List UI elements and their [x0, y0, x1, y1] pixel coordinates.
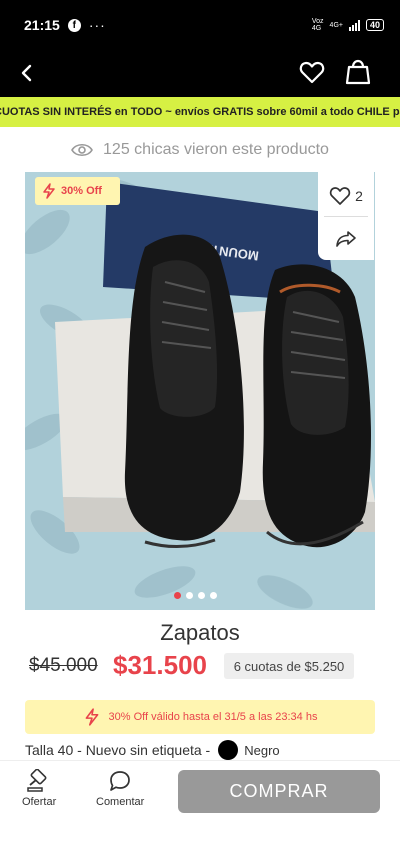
view-counter: 125 chicas vieron este producto — [0, 137, 400, 163]
ofertar-label: Ofertar — [22, 796, 57, 808]
like-count: 2 — [355, 188, 363, 204]
lightning-icon — [85, 708, 98, 726]
page-dot-4[interactable] — [210, 592, 217, 599]
like-button[interactable]: 2 — [318, 178, 374, 214]
product-details: Talla 40 - Nuevo sin etiqueta - Negro — [25, 740, 280, 760]
share-button[interactable] — [318, 222, 374, 256]
side-divider — [324, 216, 368, 217]
back-arrow-icon[interactable] — [14, 60, 40, 86]
buy-button[interactable]: COMPRAR — [178, 770, 380, 813]
eye-icon — [71, 143, 93, 157]
heart-icon — [329, 187, 351, 205]
page-bottom-space — [0, 820, 400, 866]
old-price: $45.000 — [29, 655, 98, 676]
notification-dots: ··· — [88, 17, 106, 33]
bottom-action-bar: Ofertar Comentar COMPRAR — [0, 760, 400, 820]
color-swatch — [218, 740, 239, 760]
comentar-label: Comentar — [96, 796, 145, 808]
promo-banner: CUOTAS SIN INTERÉS en TODO ~ envíos GRAT… — [0, 97, 400, 127]
discount-badge: 30% Off — [35, 177, 120, 205]
status-time: 21:15 — [24, 17, 60, 33]
page-dot-1[interactable] — [174, 592, 181, 599]
discount-label: 30% Off — [61, 185, 102, 197]
comment-bubble-icon — [110, 771, 130, 791]
size-condition-text: Talla 40 - Nuevo sin etiqueta - — [25, 742, 211, 758]
gavel-icon — [27, 769, 47, 792]
offer-text: 30% Off válido hasta el 31/5 a las 23:34… — [108, 711, 318, 723]
share-arrow-icon — [336, 231, 356, 247]
ofertar-button[interactable]: Ofertar — [22, 769, 56, 808]
image-pagination — [174, 592, 217, 599]
current-price: $31.500 — [113, 650, 207, 680]
promo-text: CUOTAS SIN INTERÉS en TODO ~ envíos GRAT… — [0, 106, 400, 118]
network-label-voz: Voz — [311, 18, 324, 25]
battery-icon: 40 — [365, 19, 384, 31]
shopping-bag-icon[interactable] — [344, 56, 372, 86]
page-dot-2[interactable] — [186, 592, 193, 599]
view-counter-text: 125 chicas vieron este producto — [103, 141, 329, 158]
app-bar — [0, 50, 400, 97]
signal-icon — [348, 19, 360, 31]
status-icons: Voz 4G 4G+ 40 — [312, 18, 384, 32]
offer-banner: 30% Off válido hasta el 31/5 a las 23:34… — [25, 700, 375, 734]
product-title: Zapatos — [160, 620, 240, 645]
network-label-4g: 4G — [311, 25, 322, 32]
facebook-icon: f — [67, 18, 81, 32]
image-side-actions: 2 — [318, 172, 374, 260]
network-label-4g-plus: 4G+ — [329, 21, 343, 29]
favorite-heart-icon[interactable] — [298, 58, 326, 86]
page-dot-3[interactable] — [198, 592, 205, 599]
status-bar: 21:15 f ··· Voz 4G 4G+ 40 — [0, 0, 400, 50]
installments-badge: 6 cuotas de $5.250 — [224, 653, 354, 679]
color-name: Negro — [244, 742, 280, 758]
network-labels: Voz 4G — [312, 18, 324, 32]
comentar-button[interactable]: Comentar — [96, 769, 144, 808]
lightning-icon — [43, 183, 55, 199]
